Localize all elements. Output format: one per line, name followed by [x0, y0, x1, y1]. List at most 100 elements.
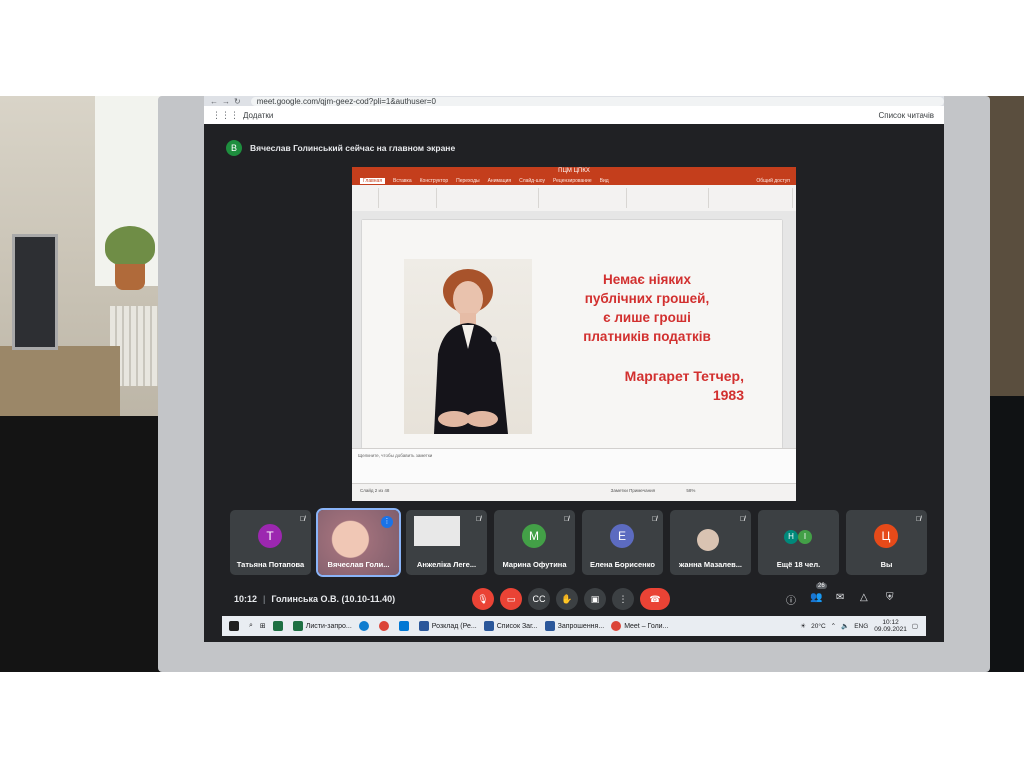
author-name: Маргарет Тетчер, — [624, 368, 744, 384]
speaking-icon: ⋮ — [381, 516, 393, 528]
more-participants-avatars: НI — [784, 526, 812, 544]
clock-date: 09.09.2021 — [874, 626, 907, 633]
system-clock[interactable]: 10:12 09.09.2021 — [874, 619, 907, 633]
raise-hand-icon[interactable]: ✋ — [556, 588, 578, 610]
participant-tile[interactable]: 🎙̸ Анжеліка Леге... — [406, 510, 487, 575]
more-participants-tile[interactable]: НI Ещё 18 чел. — [758, 510, 839, 575]
dark-object — [0, 416, 170, 672]
participant-tile[interactable]: Т 🎙̸ Татьяна Потапова — [230, 510, 311, 575]
portrait-figure-icon — [434, 269, 508, 434]
edge-icon[interactable] — [358, 621, 372, 631]
task-view-icon[interactable]: ⊞ — [260, 622, 266, 630]
people-icon[interactable]: 26 👥 — [810, 583, 827, 603]
portrait-photo — [404, 259, 532, 434]
participant-avatar: М — [522, 524, 546, 548]
font-group[interactable] — [438, 188, 539, 208]
camera-off-icon[interactable]: ▭ — [500, 588, 522, 610]
participant-tile[interactable]: 🎙̸ жанна Мазалев... — [670, 510, 751, 575]
presenter-banner-text: Вячеслав Голинський сейчас на главном эк… — [250, 143, 456, 153]
participant-tile[interactable]: ⋮ Вячеслав Голи... — [316, 508, 401, 577]
mic-off-icon: 🎙̸ — [475, 516, 481, 523]
mic-off-icon: 🎙̸ — [739, 516, 745, 523]
nav-buttons-icon[interactable]: ←→↻ — [204, 97, 251, 106]
participant-name: Татьяна Потапова — [236, 560, 305, 569]
participant-strip: Т 🎙̸ Татьяна Потапова ⋮ Вячеслав Голи...… — [230, 508, 927, 577]
excel-icon[interactable] — [272, 621, 286, 631]
author-year: 1983 — [712, 387, 744, 403]
search-icon[interactable]: ⌕ — [249, 622, 253, 630]
ppt-tab[interactable]: Анимация — [488, 178, 511, 184]
desk — [0, 346, 120, 416]
captions-icon[interactable]: CC — [528, 588, 550, 610]
chrome-icon[interactable] — [378, 621, 392, 631]
participant-video — [414, 516, 460, 546]
ppt-share-button[interactable]: Общий доступ — [756, 178, 790, 184]
address-bar[interactable]: meet.google.com/qjm-geez-cod?pli=1&authu… — [250, 96, 944, 106]
paragraph-group[interactable] — [540, 188, 627, 208]
ppt-tab[interactable]: Вставка — [393, 178, 412, 184]
shared-screen: ПЦМ ЦПКХ Главная Вставка Конструктор Пер… — [352, 167, 796, 501]
ppt-tab[interactable]: Переходы — [456, 178, 479, 184]
present-screen-icon[interactable]: ▣ — [584, 588, 606, 610]
ppt-tab[interactable]: Слайд-шоу — [519, 178, 545, 184]
current-slide[interactable]: Немає ніяких публічних грошей, є лише гр… — [362, 220, 782, 448]
paste-group[interactable] — [354, 188, 379, 208]
start-icon[interactable] — [229, 621, 242, 631]
participant-avatar: Н — [784, 530, 798, 544]
volume-icon[interactable]: 🔈 — [841, 622, 849, 630]
participant-name: жанна Мазалев... — [679, 560, 742, 569]
taskbar-item[interactable]: Листи-запро... — [292, 621, 352, 631]
ppt-tab[interactable]: Вид — [600, 178, 609, 184]
taskbar-item[interactable]: Запрошення... — [544, 621, 604, 631]
tray-arrow-icon[interactable]: ⌃ — [831, 622, 836, 630]
participant-photo-avatar — [697, 529, 719, 551]
designer-group[interactable] — [710, 188, 793, 208]
host-controls-icon[interactable]: ⛨ — [886, 592, 894, 603]
weather-icon[interactable]: ☀ — [800, 622, 806, 630]
plant — [105, 226, 155, 266]
taskbar-item[interactable]: Розклад (Ре... — [418, 621, 477, 631]
taskbar-item[interactable]: Список Заг... — [483, 621, 538, 631]
right-wall — [984, 96, 1024, 396]
quote-line: платників податків — [583, 329, 711, 344]
system-tray: ☀ 20°C ⌃ 🔈 ENG 10:12 09.09.2021 ▢ — [795, 619, 918, 633]
reading-list-button[interactable]: Список читачів — [878, 111, 934, 120]
end-call-icon[interactable]: ☎ — [640, 588, 670, 610]
drawing-group[interactable] — [628, 188, 709, 208]
mic-off-icon[interactable]: 🎙 — [472, 588, 494, 610]
participant-tile[interactable]: Е 🎙̸ Елена Борисенко — [582, 510, 663, 575]
activities-icon[interactable]: △ — [860, 592, 868, 603]
language-indicator[interactable]: ENG — [854, 623, 868, 630]
slide-author: Маргарет Тетчер, 1983 — [572, 367, 744, 405]
presenter-banner: В Вячеслав Голинський сейчас на главном … — [204, 124, 944, 172]
ppt-tab[interactable]: Рецензирование — [553, 178, 592, 184]
notifications-icon[interactable]: ▢ — [912, 622, 918, 630]
more-options-icon[interactable]: ⋮ — [612, 588, 634, 610]
bookmarks-apps-label[interactable]: Додатки — [243, 111, 273, 120]
mic-off-icon: 🎙̸ — [563, 516, 569, 523]
quote-line: є лише гроші — [603, 310, 691, 325]
slides-group[interactable] — [380, 188, 437, 208]
quote-line: публічних грошей, — [584, 291, 710, 306]
meet-control-bar: 10:12 | Голинська О.В. (10.10-11.40) 🎙 ▭… — [204, 582, 944, 616]
apps-grid-icon[interactable]: ⋮⋮⋮ — [212, 110, 239, 121]
notes-toggle[interactable]: Заметки Примечания — [611, 488, 655, 493]
taskbar-item[interactable]: Meet – Голи... — [611, 621, 668, 631]
ppt-tab[interactable]: Главная — [360, 177, 386, 184]
ppt-ribbon — [352, 185, 796, 212]
zoom-level[interactable]: 58% — [686, 488, 695, 493]
windows-taskbar: ⌕ ⊞ Листи-запро... Розклад (Ре... Список… — [222, 616, 926, 636]
weather-temp[interactable]: 20°C — [811, 623, 826, 630]
participant-avatar: I — [798, 530, 812, 544]
participant-tile[interactable]: М 🎙̸ Марина Офутина — [494, 510, 575, 575]
store-icon[interactable] — [398, 621, 412, 631]
slide-counter: Слайд 2 из 48 — [360, 488, 390, 493]
plant-pot — [115, 264, 145, 290]
self-tile[interactable]: Ц 🎙̸ Вы — [846, 510, 927, 575]
ppt-tab[interactable]: Конструктор — [420, 178, 449, 184]
participant-name: Вячеслав Голи... — [327, 560, 390, 569]
chat-icon[interactable]: ✉ — [836, 592, 844, 603]
notes-pane[interactable]: Щелкните, чтобы добавить заметки — [352, 448, 796, 483]
info-icon[interactable]: ⓘ — [786, 592, 796, 607]
meeting-name: Голинська О.В. (10.10-11.40) — [271, 594, 396, 604]
